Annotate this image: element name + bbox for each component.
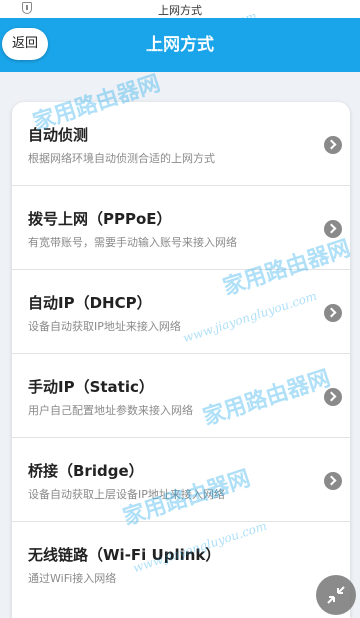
item-label: 自动侦测 bbox=[28, 126, 89, 144]
chevron-right-icon bbox=[324, 136, 342, 154]
item-description: 设备自动获取上层设备IP地址来接入网络 bbox=[28, 488, 225, 501]
status-bar: 上网方式 bbox=[0, 0, 360, 18]
list-item-pppoe[interactable]: 拨号上网（PPPoE） 有宽带账号，需要手动输入账号来接入网络 bbox=[12, 186, 350, 270]
item-label: 拨号上网（PPPoE） bbox=[28, 210, 172, 228]
collapse-arrows-icon bbox=[327, 586, 345, 604]
item-description: 通过WiFi接入网络 bbox=[28, 572, 117, 585]
app-header: 返回 上网方式 bbox=[0, 18, 360, 72]
chevron-right-icon bbox=[324, 388, 342, 406]
chevron-right-icon bbox=[324, 472, 342, 490]
item-label: 桥接（Bridge） bbox=[28, 462, 144, 480]
collapse-button[interactable] bbox=[316, 575, 356, 615]
item-description: 设备自动获取IP地址来接入网络 bbox=[28, 320, 181, 333]
chevron-right-icon bbox=[324, 220, 342, 238]
list-item-wifi-uplink[interactable]: 无线链路（Wi-Fi Uplink） 通过WiFi接入网络 bbox=[12, 522, 350, 606]
item-description: 根据网络环境自动侦测合适的上网方式 bbox=[28, 152, 215, 165]
list-item-dhcp[interactable]: 自动IP（DHCP） 设备自动获取IP地址来接入网络 bbox=[12, 270, 350, 354]
page-title: 上网方式 bbox=[146, 35, 214, 55]
item-label: 手动IP（Static） bbox=[28, 378, 154, 396]
status-bar-title: 上网方式 bbox=[158, 4, 202, 17]
connection-type-list: 自动侦测 根据网络环境自动侦测合适的上网方式 拨号上网（PPPoE） 有宽带账号… bbox=[12, 102, 350, 618]
item-description: 有宽带账号，需要手动输入账号来接入网络 bbox=[28, 236, 237, 249]
chevron-right-icon bbox=[324, 304, 342, 322]
list-item-bridge[interactable]: 桥接（Bridge） 设备自动获取上层设备IP地址来接入网络 bbox=[12, 438, 350, 522]
item-label: 无线链路（Wi-Fi Uplink） bbox=[28, 546, 221, 564]
item-label: 自动IP（DHCP） bbox=[28, 294, 152, 312]
list-item-auto-detect[interactable]: 自动侦测 根据网络环境自动侦测合适的上网方式 bbox=[12, 102, 350, 186]
item-description: 用户自己配置地址参数来接入网络 bbox=[28, 404, 193, 417]
list-item-static[interactable]: 手动IP（Static） 用户自己配置地址参数来接入网络 bbox=[12, 354, 350, 438]
